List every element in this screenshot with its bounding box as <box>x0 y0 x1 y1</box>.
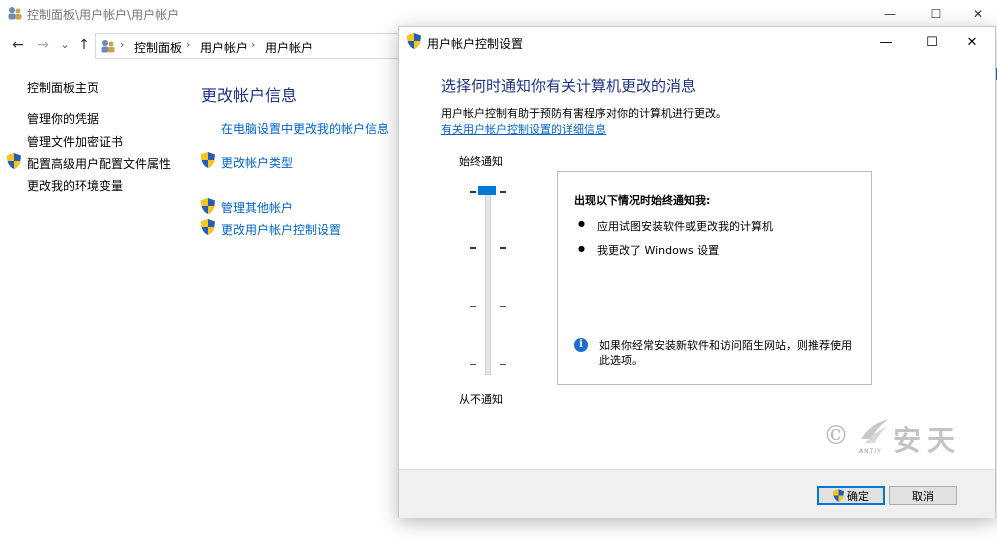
panel-bullet-item: 我更改了 Windows 设置 <box>597 244 720 257</box>
address-bar[interactable]: › 控制面板 › 用户帐户 › 用户帐户 <box>95 33 406 59</box>
uac-details-link[interactable]: 有关用户帐户控制设置的详细信息 <box>441 121 606 137</box>
uac-shield-icon <box>407 33 421 49</box>
ok-button-label: 确定 <box>847 489 869 503</box>
link-change-uac-settings[interactable]: 更改用户帐户控制设置 <box>221 221 341 238</box>
breadcrumb-user-accounts[interactable]: 用户帐户 <box>200 39 248 56</box>
user-accounts-icon <box>101 40 115 53</box>
control-panel-titlebar: 控制面板\用户帐户\用户帐户 — ☐ ✕ <box>0 0 997 28</box>
slider-tick <box>470 247 476 249</box>
sidebar-item-credentials[interactable]: 管理你的凭据 <box>27 110 99 127</box>
bullet-marker: ● <box>578 219 585 228</box>
user-accounts-icon <box>8 7 22 20</box>
copyright-symbol: © <box>823 421 849 451</box>
slider-tick <box>500 191 506 193</box>
slider-track[interactable] <box>485 187 491 375</box>
uac-shield-icon <box>7 153 21 169</box>
slider-tick <box>500 247 506 249</box>
link-manage-other-accounts[interactable]: 管理其他帐户 <box>221 199 293 216</box>
dialog-minimize-button[interactable]: — <box>863 27 909 57</box>
ok-button[interactable]: 确定 <box>817 486 885 505</box>
slider-tick <box>500 364 506 365</box>
sidebar-item-profile-properties[interactable]: 配置高级用户配置文件属性 <box>27 155 171 172</box>
link-change-account-type[interactable]: 更改帐户类型 <box>221 154 293 171</box>
uac-shield-icon <box>201 219 215 235</box>
sidebar-item-certificates[interactable]: 管理文件加密证书 <box>27 133 123 150</box>
panel-recommendation-note: 如果你经常安装新软件和访问陌生网站，则推荐使用此选项。 <box>599 339 852 367</box>
sidebar-item-env-variables[interactable]: 更改我的环境变量 <box>27 177 123 194</box>
uac-settings-dialog: 用户帐户控制设置 — ☐ ✕ 选择何时通知你有关计算机更改的消息 用户帐户控制有… <box>398 26 996 518</box>
breadcrumb-separator: › <box>186 38 191 51</box>
cancel-button-label: 取消 <box>912 489 934 503</box>
slider-tick <box>470 306 476 307</box>
breadcrumb-separator: › <box>120 38 125 51</box>
cancel-button[interactable]: 取消 <box>889 486 957 505</box>
back-button[interactable]: ← <box>10 36 26 54</box>
minimize-button[interactable]: — <box>867 0 913 28</box>
breadcrumb-control-panel[interactable]: 控制面板 <box>134 39 182 56</box>
up-button[interactable]: ↑ <box>76 36 92 54</box>
dialog-title: 用户帐户控制设置 <box>427 37 524 51</box>
slider-tick <box>470 364 476 365</box>
bullet-marker: ● <box>578 244 585 253</box>
breadcrumb-user-accounts-current[interactable]: 用户帐户 <box>265 39 313 56</box>
slider-top-label: 始终通知 <box>459 155 503 168</box>
uac-shield-icon <box>201 152 215 168</box>
watermark-logo <box>861 419 889 443</box>
watermark-text: 安天 <box>893 424 962 457</box>
watermark-small-text: ANTIY <box>859 448 882 455</box>
recent-locations-button[interactable]: ⌄ <box>57 36 73 54</box>
sidebar-item-home[interactable]: 控制面板主页 <box>27 79 99 96</box>
dialog-heading: 选择何时通知你有关计算机更改的消息 <box>441 77 697 95</box>
dialog-description: 用户帐户控制有助于预防有害程序对你的计算机进行更改。 <box>441 107 727 120</box>
uac-shield-icon <box>201 198 215 214</box>
dialog-footer: 确定 取消 <box>399 469 995 518</box>
close-button[interactable]: ✕ <box>955 0 997 28</box>
page-title: 更改帐户信息 <box>201 86 298 105</box>
maximize-button[interactable]: ☐ <box>913 0 959 28</box>
antiy-watermark: © ANTIY 安天 <box>823 417 973 459</box>
level-description-panel: 出现以下情况时始终通知我: ● 应用试图安装软件或更改我的计算机 ● 我更改了 … <box>557 171 872 385</box>
panel-bullet-item: 应用试图安装软件或更改我的计算机 <box>597 220 773 233</box>
slider-bottom-label: 从不通知 <box>459 393 503 406</box>
window-title: 控制面板\用户帐户\用户帐户 <box>27 8 180 22</box>
dialog-close-button[interactable]: ✕ <box>949 27 995 57</box>
uac-shield-icon <box>833 489 844 502</box>
slider-thumb[interactable] <box>478 186 496 195</box>
breadcrumb-separator: › <box>251 38 256 51</box>
info-icon: i <box>574 338 588 352</box>
slider-tick <box>500 306 506 307</box>
forward-button[interactable]: → <box>35 36 51 54</box>
panel-heading: 出现以下情况时始终通知我: <box>574 194 711 207</box>
link-change-account-info-settings[interactable]: 在电脑设置中更改我的帐户信息 <box>221 120 389 137</box>
dialog-titlebar: 用户帐户控制设置 — ☐ ✕ <box>399 27 995 57</box>
slider-tick <box>470 191 476 193</box>
